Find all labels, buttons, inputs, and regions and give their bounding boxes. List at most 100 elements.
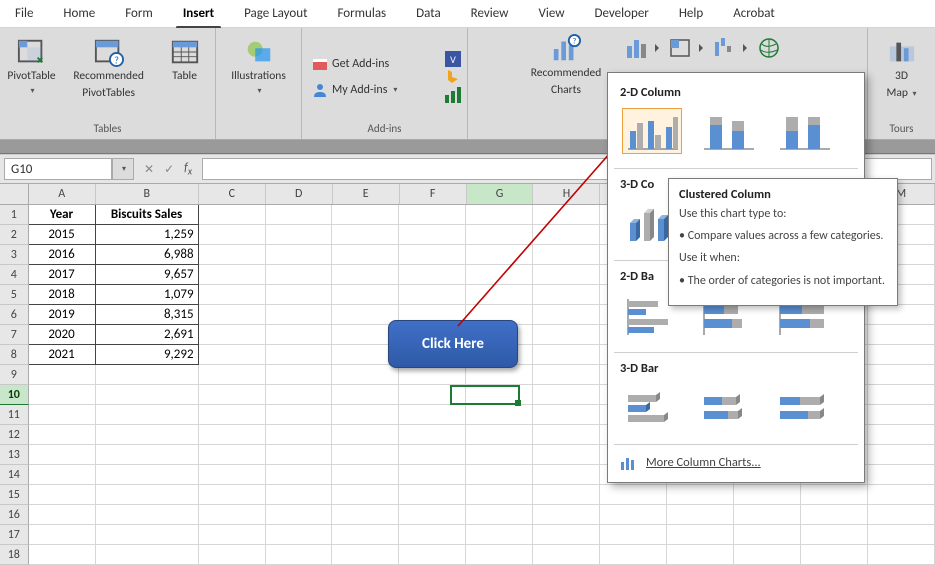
cell-H16[interactable] <box>533 505 600 525</box>
cell-C11[interactable] <box>199 405 266 425</box>
cell-G15[interactable] <box>466 485 533 505</box>
col-header-e[interactable]: E <box>333 184 400 204</box>
cell-A9[interactable] <box>29 365 96 385</box>
recommended-charts-button[interactable]: ? Recommended Charts <box>523 32 609 116</box>
cell-C6[interactable] <box>199 305 266 325</box>
table-button[interactable]: Table <box>160 35 210 119</box>
cell-C3[interactable] <box>199 245 266 265</box>
cell-C12[interactable] <box>199 425 266 445</box>
cell-F17[interactable] <box>399 525 466 545</box>
cell-E11[interactable] <box>332 405 399 425</box>
illustrations-button[interactable]: Illustrations ▾ <box>229 35 288 119</box>
cell-F18[interactable] <box>399 545 466 565</box>
tab-review[interactable]: Review <box>456 0 524 28</box>
cell-B10[interactable] <box>96 385 199 405</box>
cell-M7[interactable] <box>868 325 935 345</box>
cell-H17[interactable] <box>533 525 600 545</box>
cell-D12[interactable] <box>266 425 333 445</box>
cell-A14[interactable] <box>29 465 96 485</box>
row-header-4[interactable]: 4 <box>0 265 29 285</box>
cell-M11[interactable] <box>868 405 935 425</box>
cell-K16[interactable] <box>734 505 801 525</box>
cell-C4[interactable] <box>199 265 266 285</box>
accept-icon[interactable]: ✓ <box>164 162 174 177</box>
cell-F14[interactable] <box>399 465 466 485</box>
row-header-1[interactable]: 1 <box>0 205 29 225</box>
cell-G14[interactable] <box>466 465 533 485</box>
namebox-dropdown[interactable]: ▾ <box>122 164 126 174</box>
cell-I17[interactable] <box>600 525 667 545</box>
cell-I15[interactable] <box>600 485 667 505</box>
cell-D14[interactable] <box>266 465 333 485</box>
cell-E13[interactable] <box>332 445 399 465</box>
row-header-9[interactable]: 9 <box>0 365 29 385</box>
select-all-corner[interactable] <box>0 184 29 204</box>
insert-maps-button[interactable] <box>757 36 793 60</box>
cell-M16[interactable] <box>868 505 935 525</box>
cell-M18[interactable] <box>868 545 935 565</box>
row-header-13[interactable]: 13 <box>0 445 29 465</box>
cell-B3[interactable]: 6,988 <box>96 245 199 265</box>
cell-A2[interactable]: 2015 <box>29 225 96 245</box>
cell-M9[interactable] <box>868 365 935 385</box>
cell-B13[interactable] <box>96 445 199 465</box>
tab-data[interactable]: Data <box>401 0 456 28</box>
cell-E16[interactable] <box>332 505 399 525</box>
cell-G11[interactable] <box>466 405 533 425</box>
tab-form[interactable]: Form <box>110 0 168 28</box>
tab-help[interactable]: Help <box>664 0 718 28</box>
cell-C10[interactable] <box>199 385 266 405</box>
col-header-b[interactable]: B <box>96 184 199 204</box>
row-header-6[interactable]: 6 <box>0 305 29 325</box>
row-header-17[interactable]: 17 <box>0 525 29 545</box>
cell-A3[interactable]: 2016 <box>29 245 96 265</box>
cell-D1[interactable] <box>266 205 333 225</box>
tab-acrobat[interactable]: Acrobat <box>718 0 790 28</box>
recommended-pivottables-button[interactable]: ? Recommended PivotTables <box>68 35 150 119</box>
cell-G16[interactable] <box>466 505 533 525</box>
row-header-16[interactable]: 16 <box>0 505 29 525</box>
cell-A1[interactable]: Year <box>29 205 96 225</box>
cell-B18[interactable] <box>96 545 199 565</box>
insert-waterfall-chart-button[interactable] <box>713 36 749 60</box>
cell-J15[interactable] <box>667 485 734 505</box>
row-header-10[interactable]: 10 <box>0 385 29 405</box>
cell-C5[interactable] <box>199 285 266 305</box>
cell-H15[interactable] <box>533 485 600 505</box>
cell-D5[interactable] <box>266 285 333 305</box>
cell-A4[interactable]: 2017 <box>29 265 96 285</box>
row-header-3[interactable]: 3 <box>0 245 29 265</box>
more-column-charts-button[interactable]: More Column Charts... <box>608 447 864 474</box>
tab-insert[interactable]: Insert <box>168 0 229 28</box>
cell-G12[interactable] <box>466 425 533 445</box>
cell-E10[interactable] <box>332 385 399 405</box>
cell-C8[interactable] <box>199 345 266 365</box>
tab-home[interactable]: Home <box>48 0 110 28</box>
cell-A8[interactable]: 2021 <box>29 345 96 365</box>
tab-view[interactable]: View <box>523 0 579 28</box>
cell-G9[interactable] <box>466 365 533 385</box>
cell-A10[interactable] <box>29 385 96 405</box>
row-header-18[interactable]: 18 <box>0 545 29 565</box>
cell-B12[interactable] <box>96 425 199 445</box>
col-header-a[interactable]: A <box>29 184 96 204</box>
cell-A7[interactable]: 2020 <box>29 325 96 345</box>
3d-100-stacked-bar-option[interactable] <box>774 384 834 430</box>
cell-F16[interactable] <box>399 505 466 525</box>
cell-B8[interactable]: 9,292 <box>96 345 199 365</box>
cell-E14[interactable] <box>332 465 399 485</box>
cell-A18[interactable] <box>29 545 96 565</box>
cell-C7[interactable] <box>199 325 266 345</box>
cell-B16[interactable] <box>96 505 199 525</box>
cell-D2[interactable] <box>266 225 333 245</box>
cell-C1[interactable] <box>199 205 266 225</box>
cell-A11[interactable] <box>29 405 96 425</box>
cell-C17[interactable] <box>199 525 266 545</box>
col-header-c[interactable]: C <box>199 184 266 204</box>
cell-D9[interactable] <box>266 365 333 385</box>
row-header-7[interactable]: 7 <box>0 325 29 345</box>
cell-C2[interactable] <box>199 225 266 245</box>
clustered-column-option[interactable] <box>622 108 682 154</box>
cell-H9[interactable] <box>533 365 600 385</box>
row-header-14[interactable]: 14 <box>0 465 29 485</box>
